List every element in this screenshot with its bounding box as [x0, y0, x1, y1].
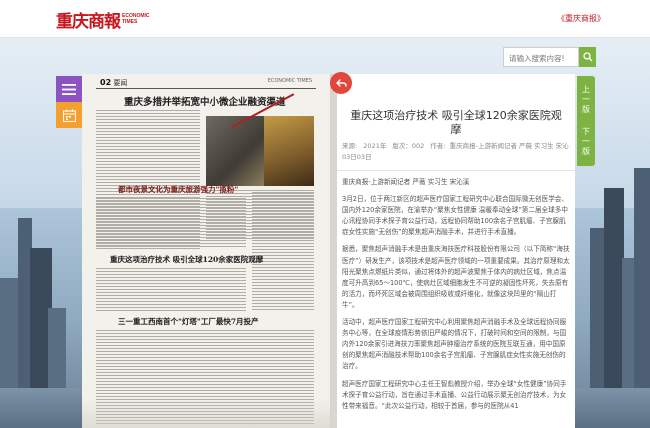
search-icon — [582, 52, 592, 62]
meta-divider — [337, 170, 575, 171]
article-byline: 重庆商报-上游新闻记者 严薇 实习生 宋沁溪 — [342, 178, 470, 186]
page-number: 02 — [100, 78, 112, 87]
headline-medical[interactable]: 重庆这项治疗技术 吸引全球120余家医院观摩 — [110, 254, 263, 265]
page-section: 要闻 — [113, 79, 128, 87]
article-photo — [264, 116, 314, 186]
meta-author-label: 作者: — [430, 142, 446, 150]
logo-english: ECONOMIC TIMES — [122, 13, 150, 25]
meta-date: 2021年 — [363, 142, 387, 150]
newspaper-page[interactable]: 02 要闻 ECONOMIC TIMES 重庆多措并举拓宽中小微企业融资渠道 都… — [82, 74, 331, 428]
prev-page-label: 上一版 — [581, 85, 591, 115]
top-header: 重庆商報 ECONOMIC TIMES 《重庆商报》 — [0, 0, 650, 38]
header-rule — [96, 88, 316, 89]
edition-link[interactable]: 《重庆商报》 — [557, 13, 605, 24]
article-paragraph: 据悉，聚焦超声消融手术是由重庆海扶医疗科技股份有限公司（以下简称“海扶医疗”）研… — [342, 245, 570, 309]
logo-en-line-2: TIMES — [122, 19, 138, 25]
article-meta: 来源: 2021年 版次：002 作者: 重庆商报-上游新闻记者 严薇 实习生 宋… — [342, 141, 572, 163]
headline-tourism[interactable]: 都市夜景文化为重庆旅游强力"揽粉" — [118, 184, 238, 195]
calendar-icon — [62, 109, 76, 122]
headline-factory[interactable]: 三一重工西南首个"灯塔"工厂最快7月投产 — [118, 316, 259, 327]
calendar-button[interactable] — [56, 102, 82, 128]
prev-page-button[interactable]: 上一版 — [577, 76, 595, 124]
meta-edition: 版次：002 — [392, 142, 425, 150]
headline-finance[interactable]: 重庆多措并举拓宽中小微企业融资渠道 — [124, 94, 286, 108]
article-body: 重庆商报-上游新闻记者 严薇 实习生 宋沁溪 3月2日，位于两江新区的超声医疗国… — [342, 177, 571, 418]
back-arrow-icon — [335, 78, 347, 87]
back-button[interactable] — [330, 72, 352, 94]
article-paragraph: 活动中，超声医疗国家工程研究中心利用聚焦超声消融手术及全球远程协同服务中心等，在… — [342, 318, 567, 371]
menu-button[interactable] — [56, 76, 82, 102]
menu-icon — [62, 83, 76, 95]
article-paragraph: 超声医疗国家工程研究中心主任王智彪教授介绍，举办全球“女性健康”协同手术探子育公… — [342, 379, 567, 410]
page-masthead: ECONOMIC TIMES — [267, 78, 312, 84]
text-column — [252, 192, 314, 312]
next-page-label: 下一版 — [581, 127, 591, 157]
article-panel: 重庆这项治疗技术 吸引全球120余家医院观摩 来源: 2021年 版次：002 … — [337, 74, 575, 428]
page-header: 02 要闻 — [100, 78, 127, 88]
meta-source-label: 来源: — [342, 142, 358, 150]
logo-text: 重庆商報 — [56, 11, 121, 32]
search-input[interactable]: 请输入搜索内容! — [503, 47, 579, 67]
article-paragraph: 3月2日，位于两江新区的超声医疗国家工程研究中心联合国际微无创医学会、国内外12… — [342, 195, 568, 237]
text-column — [96, 198, 246, 248]
search-button[interactable] — [579, 47, 596, 67]
article-title: 重庆这项治疗技术 吸引全球120余家医院观摩 — [350, 109, 562, 136]
next-page-button[interactable]: 下一版 — [577, 118, 595, 166]
page-fade — [82, 398, 330, 428]
text-column — [96, 268, 246, 312]
site-logo[interactable]: 重庆商報 ECONOMIC TIMES — [56, 8, 150, 32]
